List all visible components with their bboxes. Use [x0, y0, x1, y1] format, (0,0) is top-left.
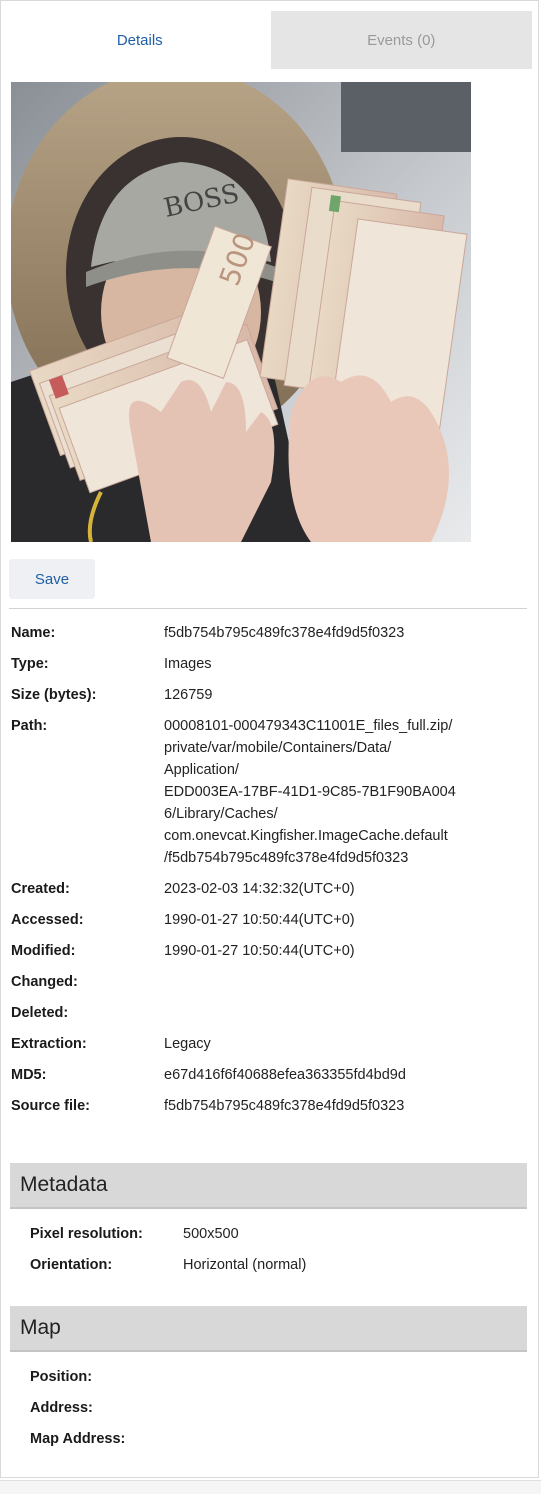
- map-label: Map Address:: [30, 1431, 126, 1447]
- property-value: [164, 971, 524, 993]
- property-label: Size (bytes):: [11, 687, 97, 703]
- property-accessed: Accessed: 1990-01-27 10:50:44(UTC+0): [11, 909, 531, 931]
- tab-bar: Details Events (0): [9, 11, 532, 69]
- property-value: e67d416f6f40688efea363355fd4bd9d: [164, 1067, 406, 1083]
- property-md5: MD5: e67d416f6f40688efea363355fd4bd9d: [11, 1064, 531, 1086]
- save-button[interactable]: Save: [9, 559, 95, 599]
- metadata-orientation: Orientation: Horizontal (normal): [30, 1254, 520, 1276]
- map-list: Position: Address: Map Address:: [30, 1366, 520, 1459]
- property-deleted: Deleted:: [11, 1002, 531, 1024]
- property-label: Extraction:: [11, 1036, 87, 1052]
- map-section-header: Map: [10, 1306, 527, 1352]
- property-label: Name:: [11, 625, 56, 641]
- property-created: Created: 2023-02-03 14:32:32(UTC+0): [11, 878, 531, 900]
- details-panel: Details Events (0) BOSS 500 Save Name: f…: [0, 0, 539, 1478]
- property-size: Size (bytes): 126759: [11, 684, 531, 706]
- property-value: 2023-02-03 14:32:32(UTC+0): [164, 881, 355, 897]
- map-label: Address:: [30, 1400, 93, 1416]
- metadata-pixel-resolution: Pixel resolution: 500x500: [30, 1223, 520, 1245]
- property-source-file: Source file: f5db754b795c489fc378e4fd9d5…: [11, 1095, 531, 1117]
- property-label: Created:: [11, 881, 70, 897]
- metadata-value: 500x500: [183, 1226, 239, 1242]
- image-preview: BOSS 500: [11, 82, 471, 542]
- property-value: [164, 1002, 524, 1024]
- property-modified: Modified: 1990-01-27 10:50:44(UTC+0): [11, 940, 531, 962]
- property-label: Accessed:: [11, 912, 84, 928]
- map-value: [183, 1428, 520, 1450]
- property-value: f5db754b795c489fc378e4fd9d5f0323: [164, 1098, 405, 1114]
- property-path: Path: 00008101-000479343C11001E_files_fu…: [11, 715, 531, 869]
- map-position: Position:: [30, 1366, 520, 1388]
- map-label: Position:: [30, 1369, 93, 1385]
- property-value: f5db754b795c489fc378e4fd9d5f0323: [164, 625, 405, 641]
- metadata-value: Horizontal (normal): [183, 1257, 307, 1273]
- divider: [9, 608, 527, 609]
- map-value: [183, 1366, 520, 1388]
- metadata-label: Orientation:: [30, 1257, 113, 1273]
- property-value: Images: [164, 656, 212, 672]
- property-label: Path:: [11, 718, 48, 734]
- map-address: Address:: [30, 1397, 520, 1419]
- property-label: Type:: [11, 656, 49, 672]
- property-name: Name: f5db754b795c489fc378e4fd9d5f0323: [11, 622, 531, 644]
- bottom-bar: [0, 1480, 541, 1494]
- metadata-label: Pixel resolution:: [30, 1226, 143, 1242]
- property-type: Type: Images: [11, 653, 531, 675]
- tab-events[interactable]: Events (0): [270, 11, 532, 69]
- property-value: Legacy: [164, 1036, 211, 1052]
- property-value: 1990-01-27 10:50:44(UTC+0): [164, 943, 355, 959]
- property-label: Modified:: [11, 943, 76, 959]
- property-label: Source file:: [11, 1098, 90, 1114]
- property-value: 1990-01-27 10:50:44(UTC+0): [164, 912, 355, 928]
- property-changed: Changed:: [11, 971, 531, 993]
- property-extraction: Extraction: Legacy: [11, 1033, 531, 1055]
- property-label: MD5:: [11, 1067, 47, 1083]
- property-label: Deleted:: [11, 1005, 69, 1021]
- property-label: Changed:: [11, 974, 78, 990]
- property-value: 00008101-000479343C11001E_files_full.zip…: [164, 718, 456, 866]
- properties-list: Name: f5db754b795c489fc378e4fd9d5f0323 T…: [11, 622, 531, 1126]
- map-value: [183, 1397, 520, 1419]
- map-map-address: Map Address:: [30, 1428, 520, 1450]
- metadata-section-header: Metadata: [10, 1163, 527, 1209]
- metadata-list: Pixel resolution: 500x500 Orientation: H…: [30, 1223, 520, 1285]
- property-value: 126759: [164, 687, 213, 703]
- tab-details[interactable]: Details: [9, 11, 271, 69]
